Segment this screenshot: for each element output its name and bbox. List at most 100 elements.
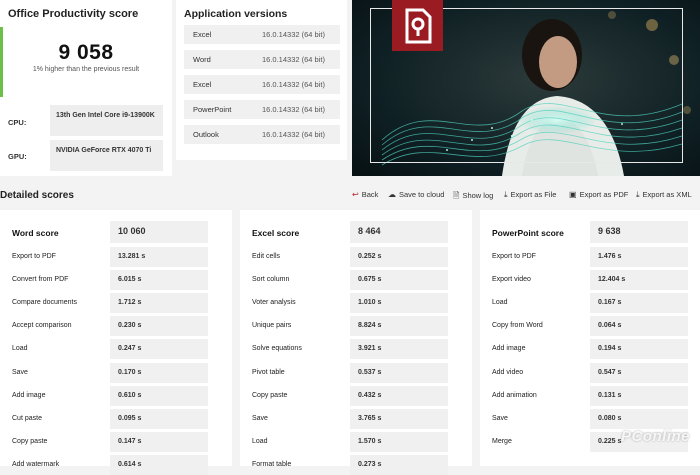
score-row-label: Load xyxy=(252,437,268,445)
score-row-value: 12.404 s xyxy=(590,270,688,291)
score-row-label: Export to PDF xyxy=(12,253,56,260)
app-row: Excel 16.0.14332 (64 bit) xyxy=(184,75,340,94)
app-version: 16.0.14332 (64 bit) xyxy=(262,130,325,139)
app-version: 16.0.14332 (64 bit) xyxy=(262,30,325,39)
panel-score-title: PowerPoint score xyxy=(492,228,564,238)
gpu-label: GPU: xyxy=(8,152,27,161)
export-pdf-button[interactable]: ▣ Export as PDF xyxy=(569,190,628,199)
back-label: Back xyxy=(361,190,379,199)
detailed-scores-title: Detailed scores xyxy=(0,190,74,201)
cloud-icon: ☁ xyxy=(388,190,396,199)
score-row-label: Unique pairs xyxy=(252,322,292,330)
export-xml-button[interactable]: ⤓ Export as XML xyxy=(636,190,692,200)
cpu-value: 13th Gen Intel Core i9-13900K xyxy=(50,105,163,136)
app-name: PowerPoint xyxy=(193,105,232,114)
score-row-label: Load xyxy=(492,299,508,307)
score-row-value: 13.281 s xyxy=(110,247,208,267)
save-cloud-label: Save to cloud xyxy=(399,190,445,199)
app-row: Word 16.0.14332 (64 bit) xyxy=(184,50,340,69)
score-row-value: 0.170 s xyxy=(110,362,208,383)
score-row-label: Load xyxy=(12,345,28,353)
score-row-label: Save xyxy=(492,414,508,422)
app-name: Word xyxy=(193,55,211,64)
score-row-label: Copy from Word xyxy=(492,322,543,330)
app-version: 16.0.14332 (64 bit) xyxy=(262,105,325,114)
app-row: PowerPoint 16.0.14332 (64 bit) xyxy=(184,100,340,119)
score-summary-card: Office Productivity score 9 058 1% highe… xyxy=(0,0,172,176)
score-row-label: Merge xyxy=(492,437,512,445)
save-to-cloud-button[interactable]: ☁ Save to cloud xyxy=(388,190,444,199)
score-row-value: 0.614 s xyxy=(110,454,208,475)
score-row-label: Convert from PDF xyxy=(12,276,69,284)
score-row-value: 6.015 s xyxy=(110,270,208,291)
export-pdf-label: Export as PDF xyxy=(579,190,629,199)
score-row-value: 0.252 s xyxy=(350,247,448,267)
score-row-label: Export video xyxy=(492,276,531,284)
app-name: Excel xyxy=(193,80,212,89)
score-row-value: 1.712 s xyxy=(110,293,208,314)
score-row-label: Add animation xyxy=(492,391,537,399)
panel-score-value: 10 060 xyxy=(110,221,208,243)
show-log-label: Show log xyxy=(462,191,494,200)
document-icon: 🗎 xyxy=(453,191,460,200)
score-row-label: Accept comparison xyxy=(12,322,72,330)
score-row-label: Cut paste xyxy=(12,414,42,422)
application-versions-card: Application versions Excel 16.0.14332 (6… xyxy=(176,0,347,160)
score-row-value: 0.247 s xyxy=(110,339,208,360)
hero-banner-image xyxy=(352,0,700,176)
score-row-value: 0.167 s xyxy=(590,293,688,314)
score-row-label: Voter analysis xyxy=(252,299,296,307)
score-row-label: Export to PDF xyxy=(492,253,536,260)
score-row-label: Format table xyxy=(252,460,292,468)
score-row-value: 0.537 s xyxy=(350,362,448,383)
app-name: Excel xyxy=(193,30,212,39)
score-row-value: 0.273 s xyxy=(350,454,448,475)
score-row-label: Solve equations xyxy=(252,345,302,353)
score-row-value: 0.194 s xyxy=(590,339,688,360)
score-row-value: 0.432 s xyxy=(350,385,448,406)
word-score-panel: Word score 10 060 Export to PDF 13.281 s Con… xyxy=(0,210,232,475)
apps-title: Application versions xyxy=(184,8,288,20)
score-row-value: 0.547 s xyxy=(590,362,688,383)
score-row-label: Add watermark xyxy=(12,460,60,468)
export-xml-label: Export as XML xyxy=(642,190,692,199)
score-row-value: 0.095 s xyxy=(110,408,208,429)
score-row-value: 0.675 s xyxy=(350,270,448,291)
panel-score-title: Word score xyxy=(12,228,59,238)
score-row-value: 8.824 s xyxy=(350,316,448,337)
gpu-value: NVIDIA GeForce RTX 4070 Ti xyxy=(50,140,163,171)
score-row-label: Sort column xyxy=(252,276,290,284)
score-row-value: 0.230 s xyxy=(110,316,208,337)
score-row-value: 0.064 s xyxy=(590,316,688,337)
export-file-button[interactable]: ⤓ Export as File xyxy=(504,190,556,200)
panel-score-title: Excel score xyxy=(252,228,300,238)
score-row-value: 0.610 s xyxy=(110,385,208,406)
score-row-value: 1.570 s xyxy=(350,431,448,452)
back-arrow-icon: ↩ xyxy=(352,190,359,199)
score-row-value: 0.080 s xyxy=(590,408,688,429)
score-comparison: 1% higher than the previous result xyxy=(32,66,140,73)
summary-title: Office Productivity score xyxy=(8,8,139,20)
app-version: 16.0.14332 (64 bit) xyxy=(262,55,325,64)
pconline-watermark: PConline xyxy=(620,428,690,445)
score-row-label: Save xyxy=(12,368,28,376)
score-row-value: 1.010 s xyxy=(350,293,448,314)
score-row-value: 1.476 s xyxy=(590,247,688,267)
score-row-label: Edit cells xyxy=(252,253,281,260)
show-log-button[interactable]: 🗎 Show log xyxy=(453,190,493,204)
save-icon: ▣ xyxy=(569,190,577,199)
app-row: Excel 16.0.14332 (64 bit) xyxy=(184,25,340,44)
panel-score-value: 8 464 xyxy=(350,221,448,243)
back-button[interactable]: ↩ Back xyxy=(352,190,378,199)
score-row-label: Copy paste xyxy=(12,437,48,445)
panel-score-value: 9 638 xyxy=(590,221,688,243)
score-row-value: 0.147 s xyxy=(110,431,208,452)
score-row-label: Add image xyxy=(492,345,526,353)
score-row-label: Copy paste xyxy=(252,391,288,399)
export-file-label: Export as File xyxy=(510,190,557,199)
app-row: Outlook 16.0.14332 (64 bit) xyxy=(184,125,340,144)
brand-logo-icon xyxy=(392,0,443,51)
score-row-value: 3.765 s xyxy=(350,408,448,429)
score-row-label: Add video xyxy=(492,368,524,376)
overall-score: 9 058 xyxy=(58,41,114,64)
